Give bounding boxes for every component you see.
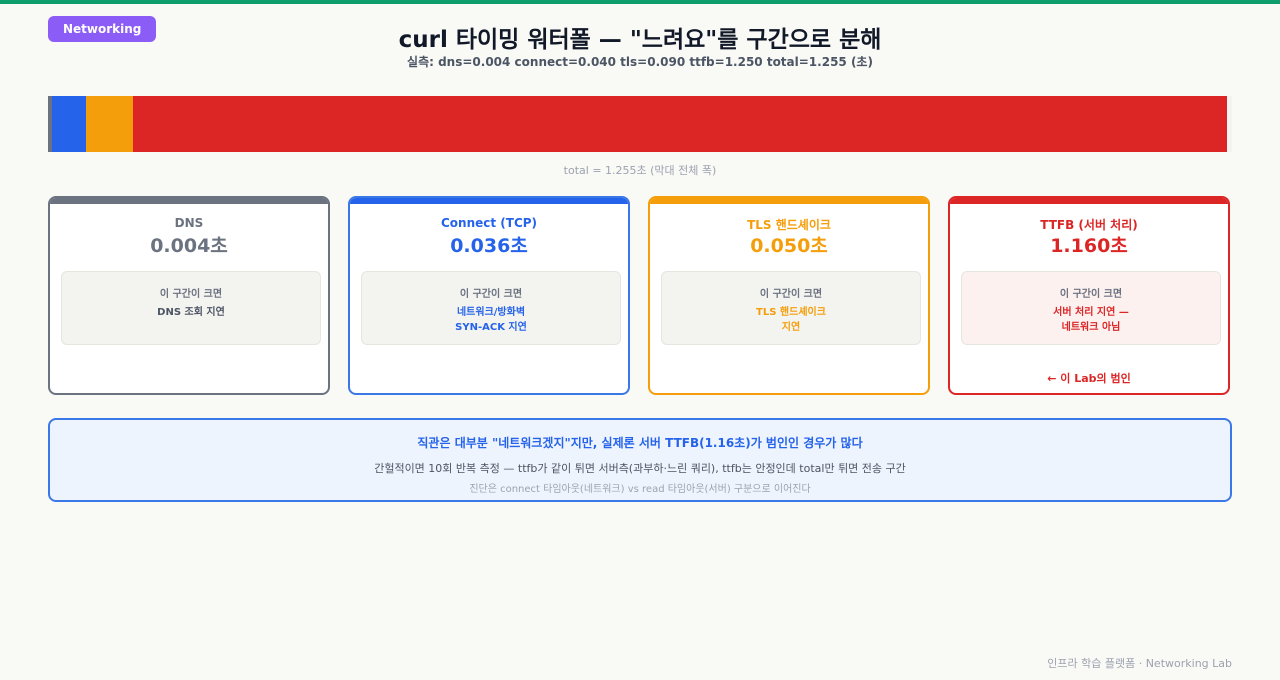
card-meaning: TLS 핸드셰이크 지연 [756,307,826,333]
waterfall-segment-2 [52,96,86,152]
card-connect: Connect (TCP) 0.036초 이 구간이 크면 네트워크/방화벽 S… [348,196,630,395]
note-line-2: 진단은 connect 타임아웃(네트워크) vs read 타임아웃(서버) … [469,484,811,495]
card-strip [350,198,628,204]
card-value: 0.004초 [150,235,228,257]
waterfall-segment-4 [133,96,1227,152]
card-meaning: DNS 조회 지연 [157,307,225,318]
note-line-1: 간헐적이면 10회 반복 측정 — ttfb가 같이 튀면 서버측(과부하·느린… [374,462,906,475]
card-hint: 이 구간이 크면 [459,289,523,300]
card-hint: 이 구간이 크면 [759,289,823,300]
card-value: 0.036초 [450,235,528,257]
card-title: DNS [174,216,204,230]
card-hint-box: 이 구간이 크면 DNS 조회 지연 [61,271,321,345]
waterfall-segment-3 [86,96,133,152]
top-accent-bar [0,0,1280,4]
card-ttfb: TTFB (서버 처리) 1.160초 이 구간이 크면 서버 처리 지연 — … [948,196,1230,395]
card-hint-box: 이 구간이 크면 서버 처리 지연 — 네트워크 아님 [961,271,1221,345]
card-tls: TLS 핸드셰이크 0.050초 이 구간이 크면 TLS 핸드셰이크 지연 [648,196,930,395]
note-title: 직관은 대부분 "네트워크겠지"지만, 실제론 서버 TTFB(1.16초)가 … [417,436,863,450]
card-hint: 이 구간이 크면 [1059,289,1123,300]
culprit-label: ← 이 Lab의 범인 [1047,372,1131,385]
card-value: 1.160초 [1050,235,1128,257]
card-title: Connect (TCP) [440,216,538,230]
card-hint: 이 구간이 크면 [159,289,223,300]
card-meaning: 서버 처리 지연 — 네트워크 아님 [1053,307,1129,333]
bar-caption: total = 1.255초 (막대 전체 폭) [563,164,717,177]
card-hint-box: 이 구간이 크면 네트워크/방화벽 SYN-ACK 지연 [361,271,621,345]
card-strip [650,198,928,204]
waterfall-bar [48,96,1232,152]
card-strip [950,198,1228,204]
card-hint-box: 이 구간이 크면 TLS 핸드셰이크 지연 [661,271,921,345]
insight-note: 직관은 대부분 "네트워크겠지"지만, 실제론 서버 TTFB(1.16초)가 … [48,418,1232,502]
page-title: curl 타이밍 워터폴 — "느려요"를 구간으로 분해 [398,27,882,53]
card-value: 0.050초 [750,235,828,257]
card-meaning: 네트워크/방화벽 SYN-ACK 지연 [455,307,527,333]
measurement-subtitle: 실측: dns=0.004 connect=0.040 tls=0.090 tt… [407,55,873,69]
footer-credit: 인프라 학습 플랫폼 · Networking Lab [1047,657,1232,670]
card-dns: DNS 0.004초 이 구간이 크면 DNS 조회 지연 [48,196,330,395]
card-strip [50,198,328,204]
